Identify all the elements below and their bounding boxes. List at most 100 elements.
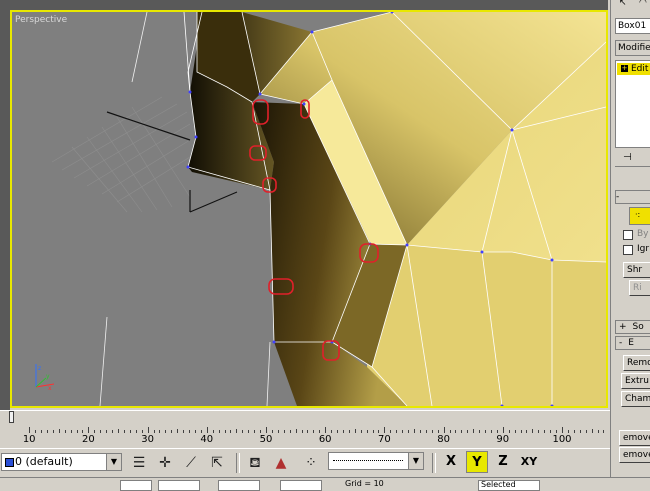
grid-readout: Grid = 10 bbox=[345, 479, 384, 488]
ruler-tick bbox=[562, 427, 563, 433]
ruler-tick bbox=[603, 430, 605, 433]
ruler-tick bbox=[419, 430, 421, 433]
time-slider[interactable] bbox=[0, 410, 610, 424]
axis-tripod-icon: z x y bbox=[35, 364, 55, 392]
grid-axis-z bbox=[189, 191, 238, 213]
layer-manager-icon[interactable]: ☰ bbox=[128, 452, 150, 474]
select-link-icon[interactable]: ⇱ bbox=[206, 452, 228, 474]
ruler-tick bbox=[567, 430, 569, 433]
toolbar-separator bbox=[236, 453, 240, 473]
coord-y-field[interactable] bbox=[218, 480, 260, 491]
ruler-tick bbox=[295, 429, 297, 433]
status-field[interactable] bbox=[120, 480, 152, 491]
axis-z-button[interactable]: Z bbox=[492, 451, 514, 473]
ruler-tick bbox=[455, 430, 457, 433]
particle-icon[interactable]: ⁘ bbox=[300, 452, 322, 474]
ruler-tick bbox=[337, 430, 339, 433]
pin-stack-icon[interactable]: ⊣ bbox=[623, 152, 632, 163]
object-name-field[interactable]: Box01 bbox=[615, 18, 650, 34]
ruler-tick bbox=[396, 430, 398, 433]
ruler-tick bbox=[526, 430, 528, 433]
remove-button[interactable]: Remo bbox=[623, 355, 650, 371]
modifier-stack-list[interactable]: + Edit bbox=[615, 60, 650, 148]
by-vertex-label: By bbox=[637, 229, 649, 239]
ruler-tick bbox=[118, 429, 119, 433]
svg-text:x: x bbox=[48, 385, 52, 392]
toolbar-separator bbox=[432, 453, 436, 473]
ruler-tick bbox=[348, 430, 350, 433]
expand-plus-icon[interactable]: + bbox=[621, 65, 628, 72]
render-teapot-icon[interactable]: ⛾ bbox=[244, 452, 266, 474]
ruler-tick bbox=[414, 429, 415, 433]
stack-item-edit-poly[interactable]: + Edit bbox=[617, 63, 650, 75]
ruler-tick bbox=[508, 430, 510, 433]
modifier-list-dropdown[interactable]: Modifier bbox=[615, 40, 650, 56]
expand-plus-icon: + bbox=[619, 322, 627, 332]
ruler-tick bbox=[502, 427, 504, 433]
svg-text:y: y bbox=[46, 373, 50, 380]
ruler-tick bbox=[100, 430, 102, 433]
command-panel-tabs[interactable]: ↖ ◠ bbox=[617, 0, 650, 10]
mesh-box01[interactable] bbox=[183, 12, 606, 406]
shrink-button[interactable]: Shr bbox=[623, 262, 650, 278]
ruler-tick bbox=[390, 430, 392, 433]
cursor-icon[interactable]: ↖ bbox=[619, 0, 627, 8]
dropdown-arrow-icon[interactable]: ▼ bbox=[106, 454, 121, 470]
ruler-tick bbox=[550, 430, 552, 433]
ruler-tick bbox=[266, 427, 267, 433]
ruler-tick bbox=[532, 429, 534, 433]
move-icon[interactable]: ✛ bbox=[154, 452, 176, 474]
axis-xy-button[interactable]: XY bbox=[516, 451, 542, 473]
ruler-tick bbox=[200, 430, 202, 433]
ruler-tick bbox=[408, 430, 410, 433]
ruler-tick bbox=[82, 430, 84, 433]
rollout-soft-selection[interactable]: + So bbox=[615, 320, 650, 334]
dropdown-arrow-icon[interactable]: ▼ bbox=[408, 453, 423, 469]
ignore-backfacing-label: Igr bbox=[637, 244, 650, 254]
axis-x-button[interactable]: X bbox=[440, 451, 462, 473]
remove-isolated-button[interactable]: emove bbox=[619, 430, 650, 446]
chamfer-button[interactable]: Chamf bbox=[621, 391, 650, 407]
ruler-label: 70 bbox=[378, 434, 391, 445]
ruler-tick bbox=[271, 430, 273, 433]
ruler-tick bbox=[106, 430, 108, 433]
ruler-label: 30 bbox=[141, 434, 154, 445]
ruler-tick bbox=[165, 430, 167, 433]
axis-y-button[interactable]: Y bbox=[466, 451, 488, 473]
ruler-tick bbox=[479, 430, 481, 433]
remove-unused-button[interactable]: emove bbox=[619, 447, 650, 463]
ruler-tick bbox=[301, 430, 303, 433]
ruler-tick bbox=[177, 429, 179, 433]
command-panel: ↖ ◠ Box01 Modifier +Edit ⊣ - ·: By Igr S… bbox=[610, 0, 650, 488]
viewport-label[interactable]: Perspective bbox=[15, 15, 67, 25]
named-selection-set-dropdown[interactable]: ▼ bbox=[328, 452, 424, 470]
perspective-viewport[interactable]: z x y Perspective bbox=[10, 10, 608, 408]
ruler-tick bbox=[277, 430, 279, 433]
ruler-tick bbox=[76, 430, 78, 433]
rollout-selection-header[interactable]: - bbox=[615, 190, 650, 204]
extrude-button[interactable]: Extru bbox=[621, 373, 650, 389]
ruler-tick bbox=[449, 430, 451, 433]
ring-button[interactable]: Ri bbox=[629, 280, 650, 296]
curve-icon[interactable]: ◠ bbox=[639, 0, 647, 8]
coord-z-field[interactable] bbox=[280, 480, 322, 491]
coord-x-field[interactable] bbox=[158, 480, 200, 491]
track-bar[interactable]: 10 20 30 40 50 60 70 80 90 100 bbox=[0, 423, 610, 447]
ignore-backfacing-checkbox[interactable] bbox=[623, 245, 633, 255]
by-vertex-checkbox[interactable] bbox=[623, 230, 633, 240]
bone-icon[interactable]: ⟋ bbox=[180, 452, 202, 474]
selected-field[interactable]: Selected bbox=[478, 480, 540, 491]
ruler-tick bbox=[425, 430, 427, 433]
viewport-scene: z x y bbox=[35, 12, 606, 406]
vertex-mode-button[interactable]: ·: bbox=[629, 207, 650, 225]
rollout-edit-vertices[interactable]: -E bbox=[615, 336, 650, 350]
ruler-tick bbox=[283, 430, 285, 433]
time-slider-thumb[interactable] bbox=[9, 411, 14, 423]
ruler-label: 80 bbox=[437, 434, 450, 445]
svg-text:z: z bbox=[38, 365, 41, 372]
ruler-tick bbox=[41, 430, 43, 433]
layer-dropdown[interactable]: 0 (default) ▼ bbox=[1, 453, 122, 471]
ruler-tick bbox=[360, 430, 362, 433]
render-scene-icon[interactable]: ▲ bbox=[270, 452, 292, 474]
ruler-tick bbox=[236, 429, 238, 433]
